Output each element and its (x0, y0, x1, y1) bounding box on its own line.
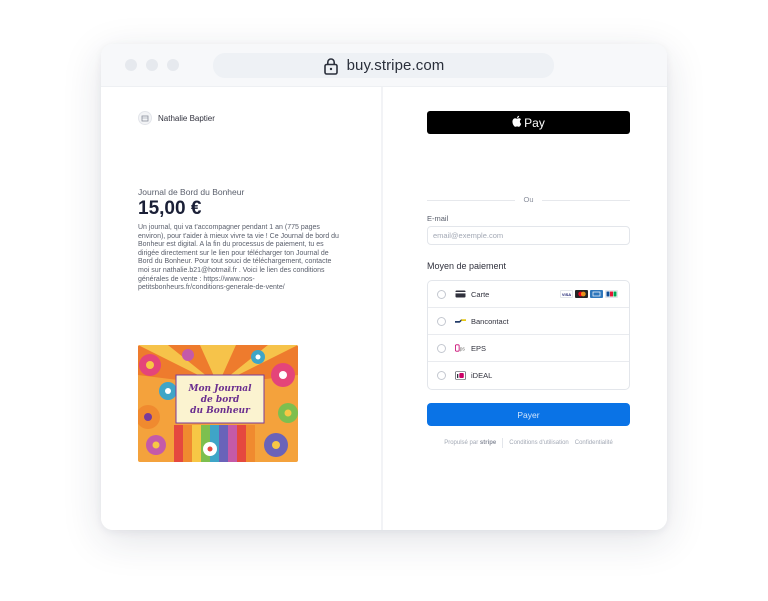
lock-icon (323, 57, 339, 75)
payment-method-list: Carte VISA Bancontact ps EPS iDEAL (427, 280, 630, 390)
merchant-name: Nathalie Baptier (158, 113, 215, 123)
address-bar[interactable]: buy.stripe.com (213, 53, 554, 78)
store-icon (138, 111, 152, 125)
payment-option-ideal[interactable]: iDEAL (428, 362, 629, 389)
radio-card[interactable] (437, 289, 446, 299)
eps-icon: ps (455, 344, 466, 352)
radio-ideal[interactable] (437, 371, 446, 380)
product-panel: Nathalie Baptier Journal de Bord du Bonh… (101, 87, 381, 530)
footer-divider (502, 438, 504, 448)
jcb-icon (605, 290, 618, 298)
address-url: buy.stripe.com (346, 57, 445, 74)
apple-pay-button[interactable]: Pay (427, 111, 630, 134)
payment-option-card[interactable]: Carte VISA (428, 281, 629, 308)
product-image: Mon Journal de bord du Bonheur (138, 345, 298, 462)
window-close-dot[interactable] (125, 59, 137, 71)
eps-label: EPS (471, 343, 487, 353)
image-line-2: de bord (201, 395, 240, 405)
pay-button[interactable]: Payer (427, 403, 630, 426)
svg-text:ps: ps (460, 346, 466, 352)
window-maximize-dot[interactable] (167, 59, 179, 71)
mastercard-icon (575, 290, 588, 298)
image-line-3: du Bonheur (190, 406, 251, 416)
browser-titlebar: buy.stripe.com (101, 44, 667, 87)
powered-by-text: Propulsé par (444, 440, 479, 446)
product-description: Un journal, qui va t'accompagner pendant… (138, 224, 339, 292)
amex-icon (590, 290, 603, 298)
email-field[interactable] (427, 226, 630, 245)
card-label: Carte (471, 289, 490, 299)
ideal-label: iDEAL (471, 371, 493, 380)
email-label: E-mail (427, 214, 449, 223)
terms-link[interactable]: Conditions d'utilisation (509, 440, 569, 446)
merchant-header[interactable]: Nathalie Baptier (138, 111, 215, 125)
apple-icon (512, 115, 522, 130)
bancontact-icon (455, 317, 466, 325)
radio-bancontact[interactable] (437, 316, 446, 326)
ideal-icon (455, 371, 466, 380)
bancontact-label: Bancontact (471, 316, 509, 326)
window-minimize-dot[interactable] (146, 59, 158, 71)
stripe-logo: stripe (479, 440, 497, 446)
payment-option-eps[interactable]: ps EPS (428, 335, 629, 362)
card-icon (455, 290, 466, 298)
browser-window: buy.stripe.com Nathalie Baptier Journal … (101, 44, 667, 530)
product-name: Journal de Bord du Bonheur (138, 187, 245, 197)
card-brands: VISA (560, 290, 618, 298)
checkout-footer: Propulsé par stripe Conditions d'utilisa… (427, 438, 630, 448)
visa-icon: VISA (560, 290, 573, 298)
powered-by[interactable]: Propulsé par stripe (444, 440, 496, 446)
product-price: 15,00 € (138, 198, 202, 219)
image-line-1: Mon Journal (188, 384, 253, 394)
privacy-link[interactable]: Confidentialité (575, 440, 613, 446)
checkout-panel: Pay Ou E-mail Moyen de paiement Carte VI… (383, 87, 667, 530)
or-separator: Ou (427, 195, 630, 207)
payment-method-title: Moyen de paiement (427, 261, 507, 271)
apple-pay-label: Pay (524, 115, 545, 130)
radio-eps[interactable] (437, 343, 446, 353)
payment-option-bancontact[interactable]: Bancontact (428, 308, 629, 335)
